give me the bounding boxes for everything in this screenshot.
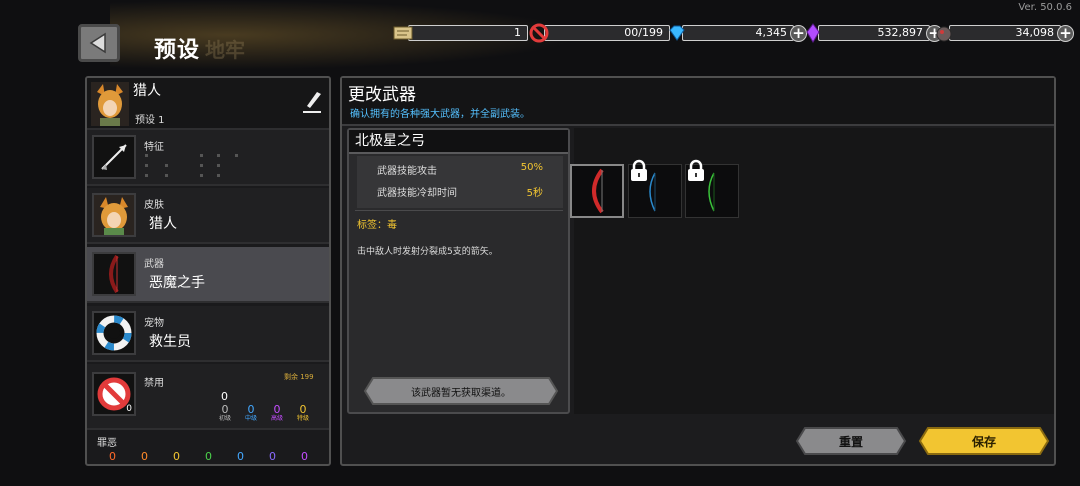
preset-label: 预设 1	[135, 115, 165, 126]
slot-ban[interactable]: 0 禁用 剩余 199 0 0 初级 0 中级 0 高级 0 特级	[87, 364, 329, 430]
weapon-slot-blue-bow[interactable]	[628, 159, 682, 218]
lock-icon	[688, 159, 704, 181]
back-arrow-icon	[89, 32, 106, 54]
gem-icon	[666, 22, 688, 44]
character-name: 猎人	[133, 83, 161, 99]
character-card[interactable]: 猎人 预设 1	[87, 78, 329, 130]
slot-trait[interactable]: 特征	[87, 130, 329, 186]
scroll-icon	[392, 22, 414, 44]
ore-icon	[933, 22, 955, 44]
resource-value: 00/199	[544, 25, 670, 41]
weapon-panel: 更改武器 确认拥有的各种强大武器，并全副武装。 北极星之弓 武器技能攻击 50%…	[340, 76, 1056, 466]
resource-value: 4,345	[682, 25, 794, 41]
weapon-slot-green-bow[interactable]	[685, 159, 739, 218]
ban-level: 0 中级	[244, 403, 257, 422]
resource-value: 34,098	[949, 25, 1061, 41]
panel-header: 更改武器 确认拥有的各种强大武器，并全副武装。	[342, 78, 1054, 126]
add-ore-button[interactable]: +	[1057, 24, 1074, 42]
slot-weapon[interactable]: 武器 恶魔之手	[87, 247, 329, 303]
slot-label: 特征	[144, 142, 164, 153]
panel-title: 更改武器	[348, 85, 416, 105]
hunter-avatar	[91, 82, 129, 126]
stat-row: 武器技能攻击 50%	[377, 162, 543, 177]
panel-subtitle: 确认拥有的各种强大武器，并全副武装。	[350, 109, 530, 120]
ban-icon-count: 0	[126, 404, 132, 414]
slot-pet[interactable]: 宠物 救生员	[87, 306, 329, 362]
slot-skin[interactable]: 皮肤 猎人	[87, 188, 329, 244]
slot-label: 武器	[144, 259, 164, 270]
lifebuoy-icon	[92, 311, 136, 355]
page-title: 预设	[154, 38, 201, 63]
crystal-icon	[802, 22, 824, 44]
divider	[355, 210, 563, 211]
resource-value: 1	[408, 25, 528, 41]
lock-icon	[631, 159, 647, 181]
ban-level: 0 特级	[296, 403, 309, 422]
slot-value: 救生员	[149, 334, 191, 350]
sin-label: 罪恶	[97, 438, 117, 449]
slot-value: 恶魔之手	[149, 275, 205, 291]
save-button[interactable]: 保存	[918, 426, 1050, 456]
slot-label: 宠物	[144, 318, 164, 329]
weapon-grid	[570, 128, 1054, 414]
skin-avatar	[92, 193, 136, 237]
resource-ore: 34,098 +	[933, 24, 1074, 42]
slot-label: 禁用	[144, 378, 164, 389]
acquire-button[interactable]: 该武器暂无获取渠道。	[363, 376, 559, 406]
weapon-description: 击中敌人时发射分裂成5支的箭矢。	[357, 247, 498, 257]
preset-sidebar: 猎人 预设 1 特征 皮肤 猎人 武器 恶魔之手 宠物 救生员 0 禁用 剩余 …	[85, 76, 331, 466]
ghost-title: 地牢	[205, 38, 245, 62]
back-button[interactable]	[78, 24, 120, 62]
edit-icon[interactable]	[301, 90, 323, 114]
resource-gem: 4,345 +	[666, 24, 807, 42]
slot-value: 猎人	[149, 216, 177, 232]
sin-values: 0 0 0 0 0 0 0	[109, 450, 308, 463]
ban-total: 0	[221, 390, 228, 403]
weapon-slot-red-bow[interactable]	[570, 164, 624, 218]
resource-value: 532,897	[818, 25, 930, 41]
weapon-tag: 标签：毒	[357, 220, 397, 231]
ban-icon	[528, 22, 550, 44]
ban-remaining: 剩余 199	[284, 373, 314, 381]
ban-icon: 0	[92, 372, 136, 416]
trait-placeholder-dots	[145, 154, 255, 182]
weapon-name: 北极星之弓	[349, 130, 568, 154]
version-label: Ver. 50.0.6	[1018, 2, 1072, 13]
resource-crystal: 532,897 +	[802, 22, 943, 44]
ban-level: 0 高级	[270, 403, 283, 422]
arrow-icon	[92, 135, 136, 179]
resource-scroll: 1	[392, 24, 528, 42]
reset-button[interactable]: 重置	[795, 426, 907, 456]
demon-hand-bow-icon	[92, 252, 136, 296]
weapon-detail-card: 北极星之弓 武器技能攻击 50% 武器技能冷却时间 5秒 标签：毒 击中敌人时发…	[347, 128, 570, 414]
slot-label: 皮肤	[144, 200, 164, 211]
ban-level: 0 初级	[218, 403, 231, 422]
bow-icon	[592, 168, 604, 214]
resource-ban: 00/199	[528, 22, 670, 44]
stat-row: 武器技能冷却时间 5秒	[377, 188, 543, 199]
